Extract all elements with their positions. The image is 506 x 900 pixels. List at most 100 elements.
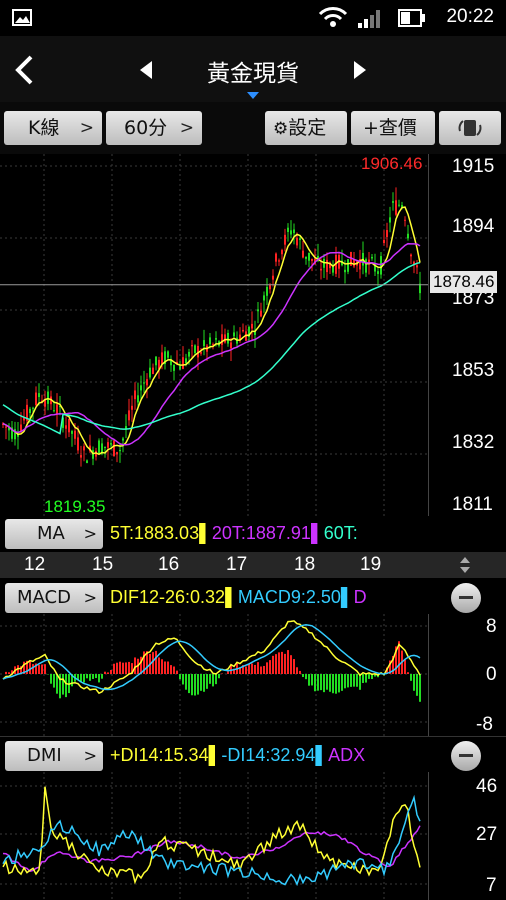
candle-body: [185, 358, 187, 364]
candle-body: [80, 455, 82, 458]
candle-body: [29, 408, 31, 414]
low-price-label: 1819.35: [44, 497, 106, 516]
candle-body: [167, 351, 169, 358]
candle-body: [188, 351, 190, 357]
candle-body: [161, 352, 163, 365]
legend-marker-icon: ▌: [310, 523, 324, 543]
chevron-right-icon: >: [83, 588, 97, 607]
candle-body: [407, 233, 409, 239]
candle-body: [383, 239, 385, 244]
candle-body: [74, 430, 76, 439]
next-item-button[interactable]: [351, 59, 369, 81]
price-chart[interactable]: [0, 154, 428, 516]
ma-legend-row: MA > 5T:1883.03▌20T:1887.91▌60T:: [0, 516, 506, 552]
candle-body: [194, 345, 196, 353]
dmi-indicator-button[interactable]: DMI >: [5, 741, 103, 771]
candle-body: [113, 440, 115, 457]
candle-body: [68, 418, 70, 433]
candle-body: [416, 265, 418, 268]
candle-body: [170, 360, 172, 366]
candle-body: [146, 379, 148, 386]
candle-body: [191, 345, 193, 347]
remove-macd-button[interactable]: [451, 583, 481, 613]
candle-body: [83, 446, 85, 451]
resize-handle-icon[interactable]: [458, 555, 472, 575]
ma-indicator-button[interactable]: MA >: [5, 519, 103, 549]
macd-indicator-button[interactable]: MACD >: [5, 583, 103, 613]
period-button[interactable]: 60分 >: [106, 111, 202, 145]
macd-chart[interactable]: [0, 614, 428, 736]
wifi-icon: [318, 7, 348, 27]
chevron-right-icon: >: [83, 524, 97, 543]
candle-body: [389, 217, 391, 223]
dmi-axis-label: 46: [476, 776, 498, 797]
candle-body: [227, 332, 229, 344]
candle-body: [230, 342, 232, 349]
chevron-right-icon: >: [83, 746, 97, 765]
remove-dmi-button[interactable]: [451, 741, 481, 771]
price-axis-label: 1853: [452, 360, 495, 381]
dmi-button-label: DMI: [27, 745, 62, 766]
status-bar: 20:22: [0, 0, 506, 36]
candle-body: [77, 437, 79, 451]
candle-body: [266, 286, 268, 296]
kline-type-button[interactable]: K線 >: [4, 111, 102, 145]
price-chart-panel[interactable]: 1915 1894 1873 1853 1832 1811 1906.46 18…: [0, 154, 506, 516]
candle-body: [134, 390, 136, 400]
candle-body: [71, 431, 73, 434]
dmi-panel[interactable]: DMI > +DI14:15.34▌-DI14:32.94▌ADX 46 27 …: [0, 736, 506, 900]
candle-body: [86, 460, 88, 463]
candle-body: [302, 250, 304, 258]
candle-body: [344, 269, 346, 273]
candle-body: [395, 200, 397, 215]
candle-body: [32, 407, 34, 409]
axis-divider: [428, 772, 429, 900]
date-label: 12: [24, 554, 46, 575]
candle-body: [38, 393, 40, 398]
candle-body: [269, 284, 271, 290]
legend-marker-icon: ▌: [199, 523, 212, 543]
candle-body: [311, 258, 313, 261]
chevron-right-icon: >: [79, 118, 94, 138]
rotate-icon: [458, 120, 482, 136]
date-label: 18: [294, 554, 316, 575]
high-price-label: 1906.46: [361, 154, 423, 173]
candle-body: [242, 329, 244, 332]
candle-body: [221, 334, 223, 345]
candle-body: [377, 271, 379, 274]
candle-body: [320, 268, 322, 271]
candle-body: [131, 405, 133, 410]
settings-button[interactable]: ⚙設定: [265, 111, 347, 145]
candle-body: [5, 426, 7, 428]
candle-body: [410, 254, 412, 257]
candle-body: [152, 367, 154, 374]
candle-body: [380, 256, 382, 275]
candle-body: [203, 340, 205, 346]
dropdown-indicator-icon[interactable]: [246, 91, 260, 100]
macd-panel[interactable]: MACD > DIF12-26:0.32▌MACD9:2.50▌D 8 0 -8: [0, 578, 506, 736]
add-quote-button[interactable]: +查價: [351, 111, 435, 145]
candle-body: [128, 410, 130, 421]
candle-body: [182, 357, 184, 369]
rotate-screen-button[interactable]: [439, 111, 501, 145]
toolbar: K線 > 60分 > ⚙設定 +查價: [0, 102, 506, 154]
candle-body: [155, 356, 157, 366]
candle-body: [200, 352, 202, 354]
candle-body: [299, 238, 301, 240]
candle-body: [110, 443, 112, 445]
price-axis-label: 1894: [452, 216, 495, 237]
candle-body: [233, 332, 235, 337]
candle-body: [296, 237, 298, 246]
pdi-legend: +DI14:15.34: [110, 745, 209, 765]
candle-body: [308, 252, 310, 261]
dmi-chart[interactable]: [0, 772, 428, 900]
candle-body: [47, 391, 49, 404]
candle-body: [404, 219, 406, 221]
candle-body: [56, 404, 58, 415]
candle-body: [209, 337, 211, 345]
candle-body: [215, 338, 217, 340]
date-label: 17: [226, 554, 248, 575]
candle-body: [224, 334, 226, 343]
dmi-axis-label: 27: [476, 824, 498, 845]
candle-body: [263, 295, 265, 301]
